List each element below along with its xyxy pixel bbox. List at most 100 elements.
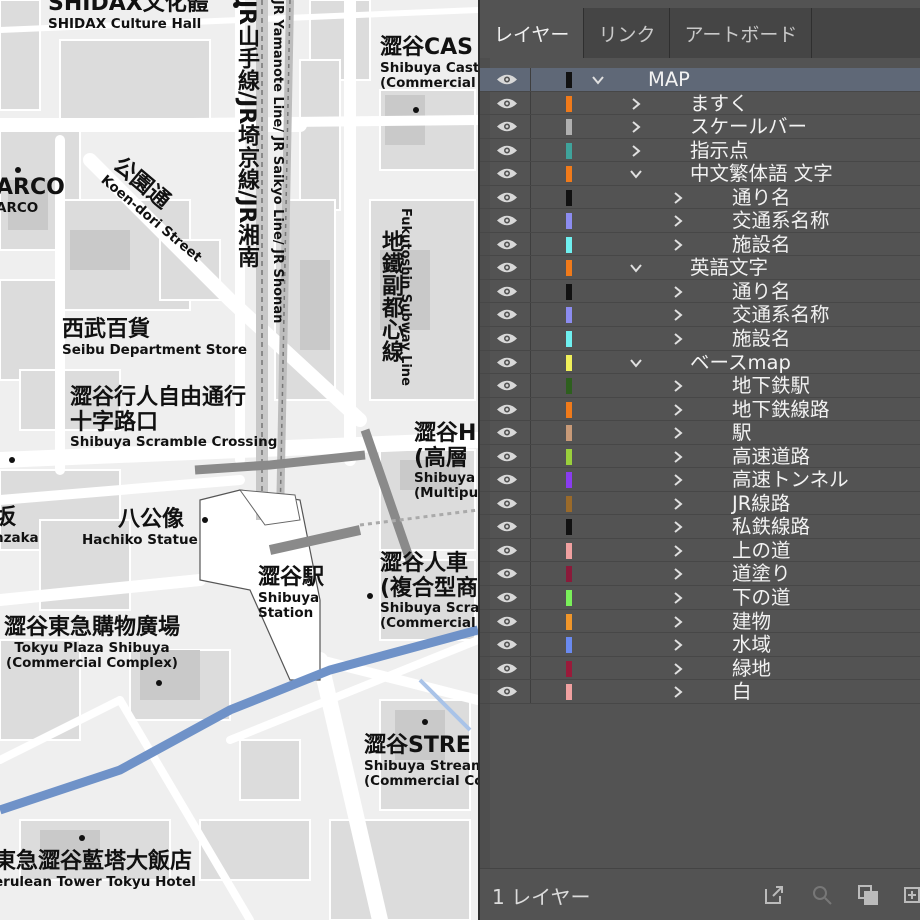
- layer-row[interactable]: 施設名: [480, 232, 920, 257]
- chevron-down-icon[interactable]: [590, 72, 606, 88]
- layer-row[interactable]: 交通系名称: [480, 209, 920, 233]
- visibility-eye-icon[interactable]: [496, 285, 518, 298]
- chevron-right-icon[interactable]: [670, 331, 686, 347]
- chevron-right-icon[interactable]: [670, 190, 686, 206]
- column-divider: [530, 397, 531, 421]
- chevron-right-icon[interactable]: [628, 119, 644, 135]
- chevron-right-icon[interactable]: [670, 378, 686, 394]
- layer-row[interactable]: 施設名: [480, 327, 920, 351]
- visibility-eye-icon[interactable]: [496, 191, 518, 204]
- visibility-eye-icon[interactable]: [496, 167, 518, 180]
- label-saka: 坂 nzaka: [0, 505, 39, 546]
- layer-row[interactable]: 中文繁体語 文字: [480, 162, 920, 186]
- visibility-eye-icon[interactable]: [496, 379, 518, 392]
- visibility-eye-icon[interactable]: [496, 332, 518, 345]
- visibility-eye-icon[interactable]: [496, 638, 518, 651]
- tab-2[interactable]: アートボード: [670, 8, 813, 58]
- chevron-right-icon[interactable]: [670, 496, 686, 512]
- layer-color-swatch: [566, 331, 572, 348]
- layer-row[interactable]: 下の道: [480, 586, 920, 610]
- visibility-eye-icon[interactable]: [496, 308, 518, 321]
- tab-1[interactable]: リンク: [584, 8, 671, 58]
- label-crossing-zh1: 澀谷行人自由通行: [70, 385, 247, 410]
- layer-row[interactable]: 私鉄線路: [480, 515, 920, 539]
- layer-row[interactable]: ますく: [480, 91, 920, 116]
- layer-row[interactable]: 緑地: [480, 656, 920, 681]
- column-divider: [530, 279, 531, 303]
- chevron-right-icon[interactable]: [670, 425, 686, 441]
- label-hikarie: 澀谷Hi (高層 Shibuya (Multipu: [414, 421, 478, 501]
- chevron-right-icon[interactable]: [670, 449, 686, 465]
- visibility-eye-icon[interactable]: [496, 426, 518, 439]
- search-icon[interactable]: [810, 883, 834, 907]
- layer-row[interactable]: 上の道: [480, 538, 920, 563]
- chevron-right-icon[interactable]: [670, 237, 686, 253]
- layer-row[interactable]: MAP: [480, 68, 920, 92]
- layer-row[interactable]: 指示点: [480, 138, 920, 163]
- label-shidax-en: SHIDAX Culture Hall: [48, 15, 202, 32]
- visibility-eye-icon[interactable]: [496, 544, 518, 557]
- layer-row[interactable]: 通り名: [480, 185, 920, 210]
- label-crossing-zh2: 十字路口: [70, 409, 159, 435]
- new-layer-icon[interactable]: [900, 883, 920, 907]
- visibility-eye-icon[interactable]: [496, 144, 518, 157]
- chevron-right-icon[interactable]: [670, 684, 686, 700]
- chevron-right-icon[interactable]: [670, 307, 686, 323]
- visibility-eye-icon[interactable]: [496, 497, 518, 510]
- layer-row[interactable]: 水域: [480, 633, 920, 657]
- chevron-right-icon[interactable]: [670, 402, 686, 418]
- layer-row[interactable]: スケールバー: [480, 115, 920, 139]
- visibility-eye-icon[interactable]: [496, 567, 518, 580]
- visibility-eye-icon[interactable]: [496, 238, 518, 251]
- layer-row[interactable]: 駅: [480, 421, 920, 445]
- visibility-eye-icon[interactable]: [496, 615, 518, 628]
- layer-name: 通り名: [732, 185, 791, 209]
- layer-row[interactable]: 通り名: [480, 279, 920, 304]
- visibility-eye-icon[interactable]: [496, 520, 518, 533]
- chevron-right-icon[interactable]: [670, 661, 686, 677]
- layer-row[interactable]: 地下鉄線路: [480, 397, 920, 422]
- layer-row[interactable]: 高速道路: [480, 444, 920, 469]
- visibility-eye-icon[interactable]: [496, 662, 518, 675]
- chevron-right-icon[interactable]: [670, 472, 686, 488]
- visibility-eye-icon[interactable]: [496, 685, 518, 698]
- visibility-eye-icon[interactable]: [496, 120, 518, 133]
- chevron-right-icon[interactable]: [670, 566, 686, 582]
- visibility-eye-icon[interactable]: [496, 450, 518, 463]
- chevron-down-icon[interactable]: [628, 355, 644, 371]
- chevron-right-icon[interactable]: [670, 614, 686, 630]
- arrange-icon[interactable]: [856, 883, 880, 907]
- visibility-eye-icon[interactable]: [496, 356, 518, 369]
- chevron-right-icon[interactable]: [670, 519, 686, 535]
- column-divider: [530, 327, 531, 350]
- visibility-eye-icon[interactable]: [496, 214, 518, 227]
- layer-row[interactable]: 白: [480, 680, 920, 704]
- layer-row[interactable]: 交通系名称: [480, 303, 920, 328]
- layer-row[interactable]: 地下鉄駅: [480, 374, 920, 398]
- tab-0[interactable]: レイヤー: [480, 8, 585, 58]
- chevron-down-icon[interactable]: [628, 166, 644, 182]
- layer-row[interactable]: 建物: [480, 609, 920, 634]
- chevron-right-icon[interactable]: [670, 213, 686, 229]
- layer-row[interactable]: 道塗り: [480, 562, 920, 587]
- chevron-right-icon[interactable]: [670, 590, 686, 606]
- label-hikarie-zh1: 澀谷Hi: [414, 421, 478, 446]
- visibility-eye-icon[interactable]: [496, 73, 518, 86]
- layer-row[interactable]: 高速トンネル: [480, 468, 920, 492]
- chevron-right-icon[interactable]: [628, 96, 644, 112]
- chevron-right-icon[interactable]: [628, 143, 644, 159]
- chevron-down-icon[interactable]: [628, 260, 644, 276]
- visibility-eye-icon[interactable]: [496, 97, 518, 110]
- visibility-eye-icon[interactable]: [496, 473, 518, 486]
- layer-row[interactable]: ベースmap: [480, 350, 920, 375]
- layer-row[interactable]: JR線路: [480, 491, 920, 516]
- chevron-right-icon[interactable]: [670, 637, 686, 653]
- visibility-eye-icon[interactable]: [496, 403, 518, 416]
- chevron-right-icon[interactable]: [670, 284, 686, 300]
- visibility-eye-icon[interactable]: [496, 261, 518, 274]
- chevron-right-icon[interactable]: [670, 543, 686, 559]
- export-icon[interactable]: [762, 883, 786, 907]
- layer-row[interactable]: 英語文字: [480, 256, 920, 280]
- map-canvas[interactable]: SHIDAX文化體 SHIDAX Culture Hall 澀谷CAS Shib…: [0, 0, 478, 920]
- visibility-eye-icon[interactable]: [496, 591, 518, 604]
